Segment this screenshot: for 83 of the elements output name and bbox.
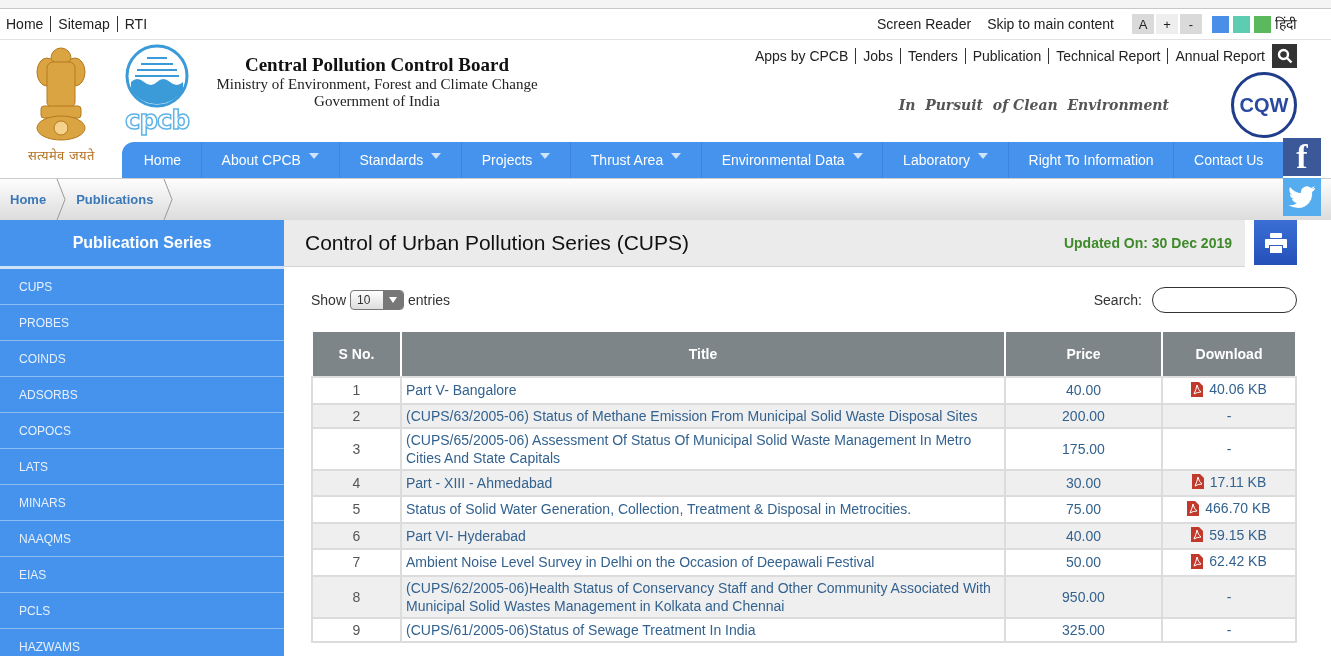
table-cell: - (1226, 440, 1232, 457)
column-header: S No. (312, 332, 401, 377)
table-cell: 30.00 (1005, 469, 1162, 496)
theme-swatch[interactable] (1254, 15, 1271, 33)
nav-item[interactable]: Contact Us (1174, 142, 1284, 178)
table-cell: 40.00 (1005, 377, 1162, 404)
top-link[interactable]: RTI (117, 16, 155, 32)
title-link[interactable]: Part VI- Hyderabad (401, 522, 1005, 549)
table-cell: 6 (312, 522, 401, 549)
table-cell: 75.00 (1005, 496, 1162, 523)
search-label: Search: (1093, 292, 1142, 308)
entries-label: entries (408, 292, 451, 308)
ministry-name: Ministry of Environment, Forest and Climate Change (215, 76, 539, 93)
top-link[interactable]: Home (6, 16, 52, 32)
show-label: Show (311, 292, 347, 308)
theme-swatch[interactable] (1212, 15, 1229, 33)
pdf-icon (1187, 500, 1200, 516)
title-link[interactable]: (CUPS/61/2005-06)Status of Sewage Treatment In India (401, 617, 1005, 642)
organization-title: Central Pollution Control Board (243, 54, 511, 76)
title-link[interactable]: Part V- Bangalore (401, 377, 1005, 404)
top-link[interactable]: Sitemap (51, 16, 118, 32)
table-cell: 2 (312, 403, 401, 428)
tagline: In Pursuit of Clean Environment (898, 97, 1169, 113)
logo-drawing (125, 44, 189, 108)
table-cell: 325.00 (1005, 617, 1162, 642)
pdf-icon (1191, 527, 1204, 542)
table-cell: 9 (312, 617, 401, 642)
breadcrumb-link[interactable]: Home (0, 192, 47, 207)
table-cell: 8 (312, 575, 401, 618)
skip-link[interactable]: Skip to main content (979, 16, 1122, 32)
quick-link[interactable]: Publication (965, 48, 1050, 64)
table-cell: - (1226, 407, 1232, 424)
table-cell: 50.00 (1005, 549, 1162, 576)
table-cell: - (1226, 588, 1232, 605)
title-link[interactable]: (CUPS/62/2005-06)Health Status of Conservancy Staff and Other Community Associated With Municipal Solid Wastes Management in Kolkata and Chennai (401, 575, 1005, 618)
language-link[interactable]: हिंदी (1271, 16, 1297, 32)
title-link[interactable]: Status of Solid Water Generation, Collection, Treatment & Disposal in Metrocities. (401, 496, 1005, 523)
bird-icon (1288, 185, 1316, 209)
updated-date: Updated On: 30 Dec 2019 (1063, 235, 1232, 251)
quick-link[interactable]: Apps by CPCB (747, 48, 857, 64)
table-cell: 40.00 (1005, 522, 1162, 549)
font-size-button[interactable]: A (1132, 14, 1154, 34)
font-size-button[interactable]: - (1180, 14, 1202, 34)
search-button[interactable] (1272, 44, 1297, 68)
government-name: Government of India (313, 93, 441, 110)
title-link[interactable]: Part - XIII - Ahmedabad (401, 469, 1005, 496)
table-cell: 950.00 (1005, 575, 1162, 618)
breadcrumb-link[interactable]: Publications (66, 192, 154, 207)
search-icon (1276, 48, 1293, 64)
table-cell: - (1226, 621, 1232, 638)
screen-reader-link[interactable]: Screen Reader (868, 16, 980, 32)
table-cell: 175.00 (1005, 427, 1162, 470)
certification-badge: CQW (1231, 72, 1297, 138)
page-title: Control of Urban Pollution Series (CUPS) (305, 231, 689, 255)
table-cell: 5 (312, 496, 401, 523)
print-icon (1264, 232, 1287, 253)
table-cell: 7 (312, 549, 401, 576)
breadcrumb-separator (163, 179, 174, 220)
search-field[interactable] (1152, 287, 1297, 313)
column-header: Title (401, 332, 1005, 377)
table-cell: 4 (312, 469, 401, 496)
pdf-icon (1191, 553, 1204, 569)
emblem-motto: सत्यमेव जयते (28, 147, 94, 164)
title-link[interactable]: Ambient Noise Level Survey in Delhi on the Occasion of Deepawali Festival (401, 549, 1005, 576)
quick-link[interactable]: Annual Report (1168, 48, 1272, 64)
pdf-icon (1191, 381, 1204, 397)
column-header: Download (1162, 332, 1296, 377)
table-cell: 200.00 (1005, 403, 1162, 428)
title-link[interactable]: (CUPS/65/2005-06) Assessment Of Status Of Municipal Solid Waste Management In Metro Cities And State Capitals (401, 427, 1005, 470)
breadcrumb-separator (56, 179, 67, 220)
quick-link[interactable]: Tenders (900, 48, 966, 64)
quick-link[interactable]: Technical Report (1049, 48, 1169, 64)
quick-link[interactable]: Jobs (856, 48, 901, 64)
facebook-link[interactable]: f (1283, 138, 1321, 176)
font-size-button[interactable]: + (1156, 14, 1178, 34)
print-button[interactable] (1254, 220, 1297, 265)
column-header: Price (1005, 332, 1162, 377)
page-size-select[interactable]: 10 (350, 290, 405, 310)
table-cell: 3 (312, 427, 401, 470)
pdf-icon (1191, 474, 1204, 489)
table-cell: 1 (312, 377, 401, 404)
title-link[interactable]: (CUPS/63/2005-06) Status of Methane Emission From Municipal Solid Waste Disposal Sites (401, 403, 1005, 428)
theme-swatch[interactable] (1233, 15, 1250, 33)
